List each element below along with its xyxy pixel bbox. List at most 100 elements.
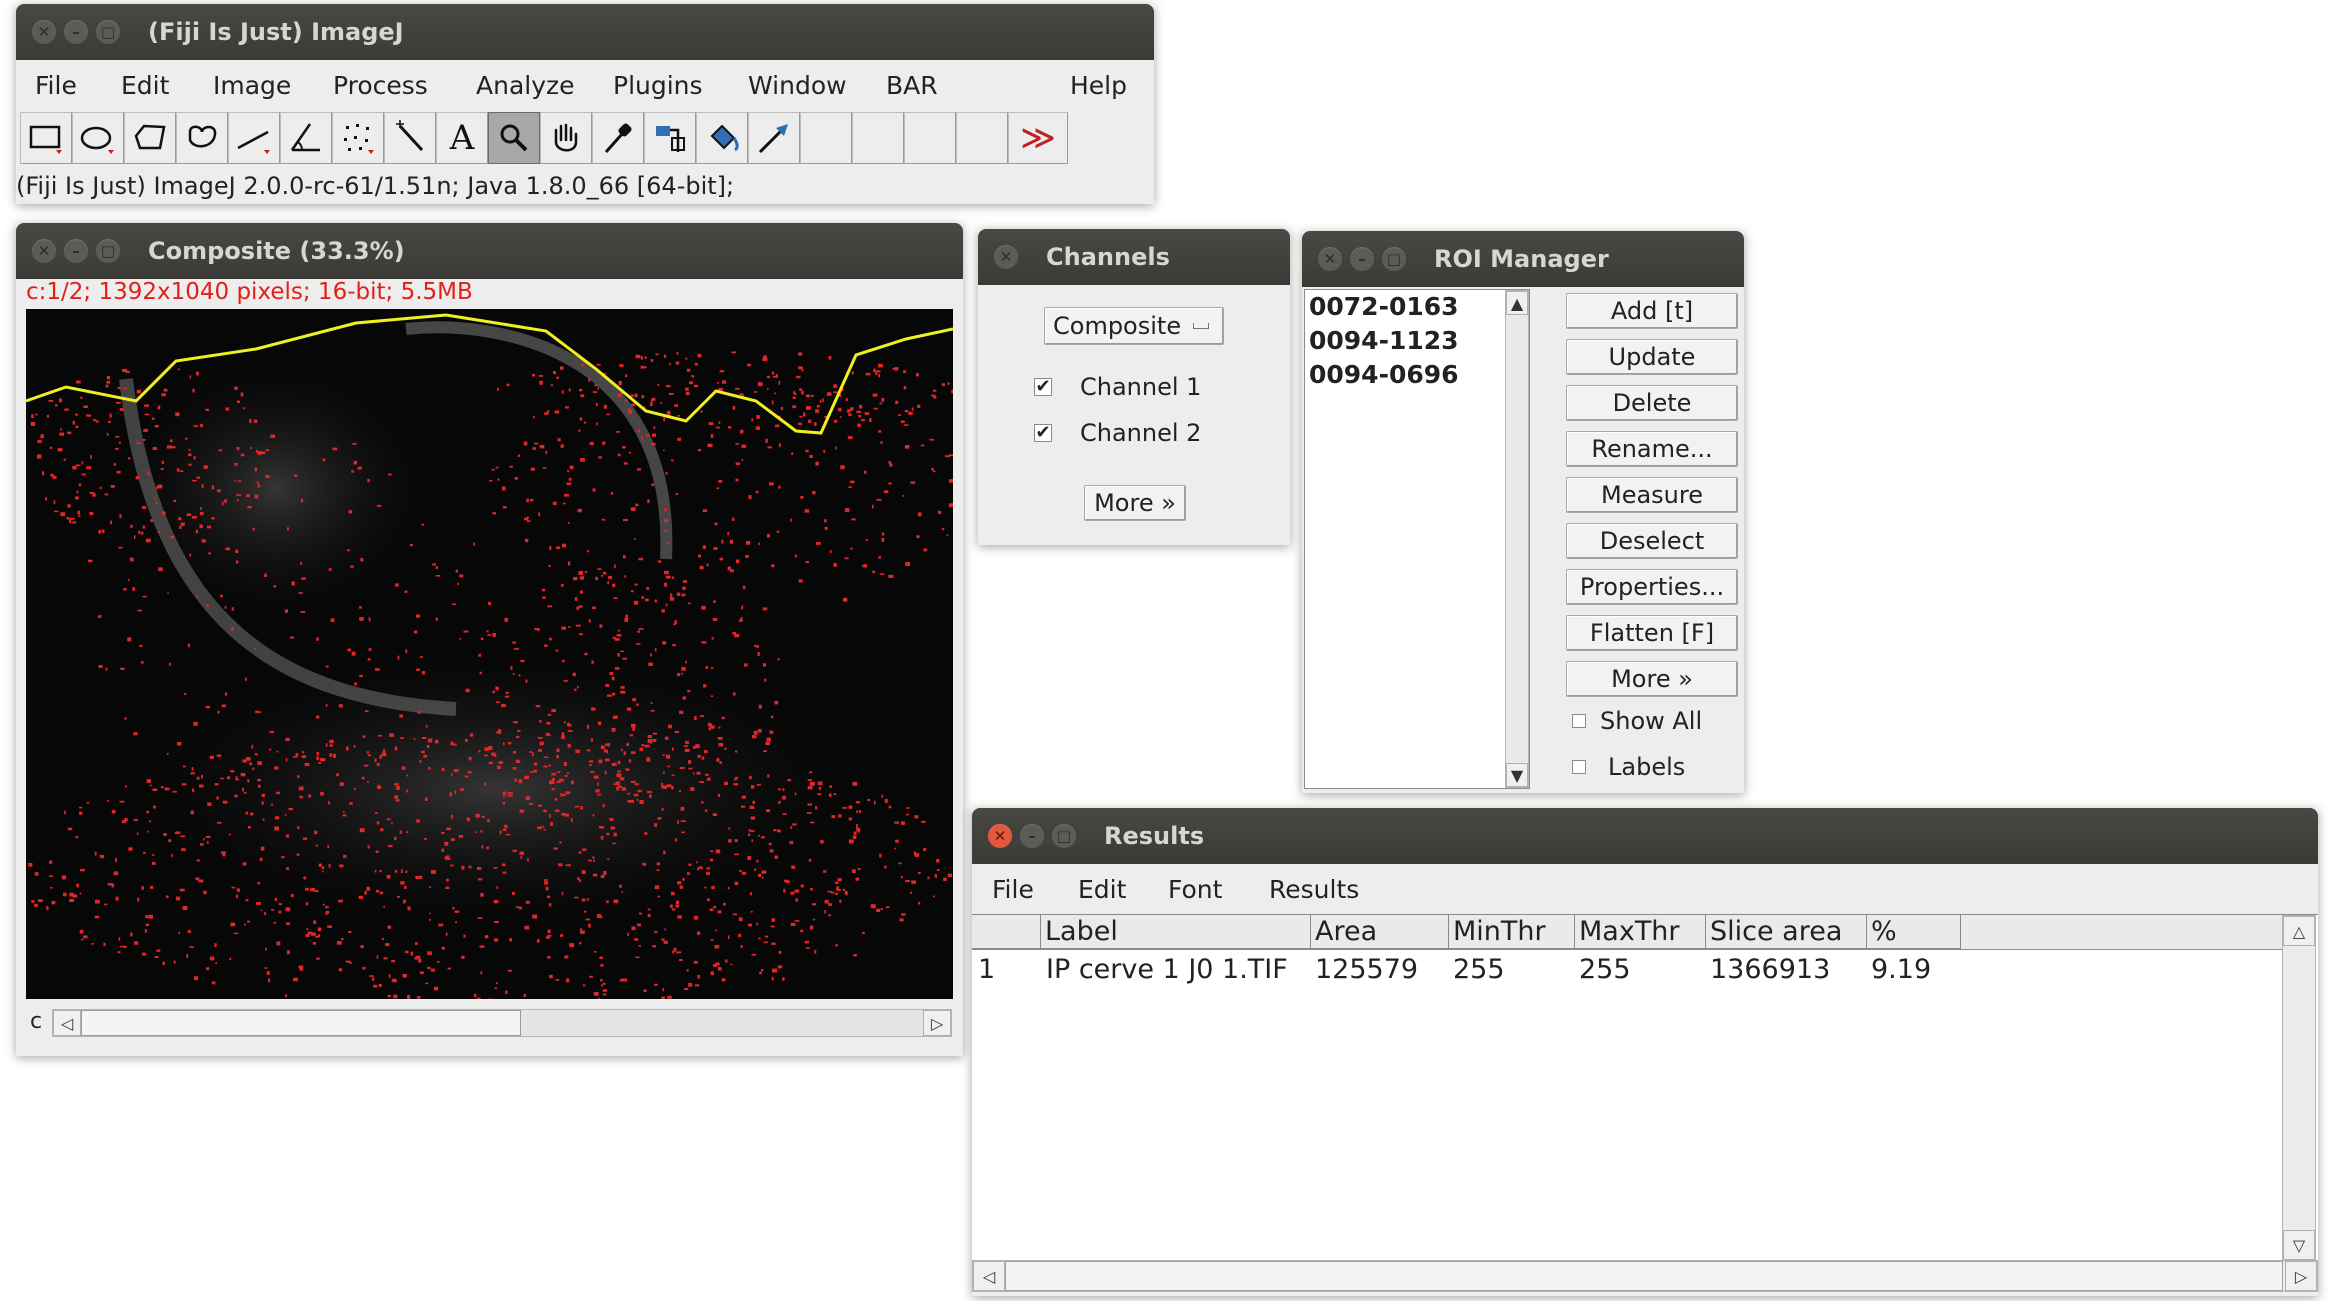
arrow-tool-icon[interactable] bbox=[748, 112, 800, 164]
horizontal-scroll-thumb[interactable] bbox=[1005, 1261, 2283, 1291]
maximize-icon[interactable]: □ bbox=[96, 20, 120, 44]
menu-window[interactable]: Window bbox=[748, 71, 847, 100]
menu-edit[interactable]: Edit bbox=[121, 71, 169, 100]
results-table[interactable]: Label Area MinThr MaxThr Slice area % 1 … bbox=[972, 914, 2318, 1261]
signal-speck bbox=[814, 422, 817, 427]
oval-tool-icon[interactable] bbox=[72, 112, 124, 164]
imagej-titlebar[interactable]: ✕ – □ (Fiji Is Just) ImageJ bbox=[16, 4, 1154, 60]
show-all-row[interactable]: Show All bbox=[1572, 707, 1702, 735]
channel-2-checkbox[interactable]: ✔ bbox=[1034, 424, 1052, 442]
table-row[interactable]: 1 IP cerve 1 J0 1.TIF 125579 255 255 136… bbox=[972, 953, 2282, 987]
scroll-left-arrow-icon[interactable]: ◁ bbox=[973, 1261, 1005, 1291]
labels-row[interactable]: Labels bbox=[1572, 753, 1685, 781]
roi-list-item[interactable]: 0094-1123 bbox=[1309, 326, 1459, 355]
display-mode-select[interactable]: Composite bbox=[1044, 307, 1224, 345]
results-horizontal-scrollbar[interactable]: ◁ ▷ bbox=[972, 1260, 2318, 1292]
minimize-icon[interactable]: – bbox=[64, 239, 88, 263]
col-index[interactable] bbox=[972, 915, 1041, 949]
multipoint-tool-icon[interactable] bbox=[332, 112, 384, 164]
col-area[interactable]: Area bbox=[1311, 915, 1449, 949]
menu-image[interactable]: Image bbox=[213, 71, 291, 100]
magnifier-tool-icon[interactable] bbox=[488, 112, 540, 164]
add-button[interactable]: Add [t] bbox=[1566, 293, 1738, 329]
labels-checkbox[interactable] bbox=[1572, 760, 1586, 774]
roi-manager-titlebar[interactable]: ✕ – □ ROI Manager bbox=[1302, 231, 1744, 287]
angle-tool-icon[interactable] bbox=[280, 112, 332, 164]
close-icon[interactable]: ✕ bbox=[32, 239, 56, 263]
maximize-icon[interactable]: □ bbox=[96, 239, 120, 263]
results-titlebar[interactable]: ✕ – □ Results bbox=[972, 808, 2318, 864]
channel-2-row[interactable]: ✔ Channel 2 bbox=[1034, 419, 1201, 447]
roi-list-scrollbar[interactable]: ▲ ▼ bbox=[1505, 290, 1529, 788]
empty-tool-slot-2[interactable] bbox=[852, 112, 904, 164]
scroll-right-arrow-icon[interactable]: ▷ bbox=[2285, 1261, 2317, 1291]
line-tool-icon[interactable] bbox=[228, 112, 280, 164]
maximize-icon[interactable]: □ bbox=[1052, 824, 1076, 848]
slider-thumb[interactable] bbox=[81, 1010, 521, 1036]
minimize-icon[interactable]: – bbox=[1350, 247, 1374, 271]
channels-more-button[interactable]: More » bbox=[1084, 485, 1186, 521]
image-canvas[interactable] bbox=[26, 309, 953, 999]
channel-1-row[interactable]: ✔ Channel 1 bbox=[1034, 373, 1201, 401]
flatten-button[interactable]: Flatten [F] bbox=[1566, 615, 1738, 651]
slider-right-arrow-icon[interactable]: ▷ bbox=[923, 1010, 951, 1036]
scroll-up-arrow-icon[interactable]: △ bbox=[2283, 916, 2315, 946]
slider-left-arrow-icon[interactable]: ◁ bbox=[53, 1010, 81, 1036]
show-all-checkbox[interactable] bbox=[1572, 714, 1586, 728]
minimize-icon[interactable]: – bbox=[64, 20, 88, 44]
results-menu-file[interactable]: File bbox=[992, 875, 1034, 904]
menu-plugins[interactable]: Plugins bbox=[613, 71, 703, 100]
empty-tool-slot-4[interactable] bbox=[956, 112, 1008, 164]
wand-tool-icon[interactable] bbox=[384, 112, 436, 164]
col-slice-area[interactable]: Slice area bbox=[1706, 915, 1867, 949]
roi-list-item[interactable]: 0072-0163 bbox=[1309, 292, 1459, 321]
scroll-down-arrow-icon[interactable]: ▽ bbox=[2283, 1230, 2315, 1260]
col-minthr[interactable]: MinThr bbox=[1449, 915, 1575, 949]
delete-button[interactable]: Delete bbox=[1566, 385, 1738, 421]
update-button[interactable]: Update bbox=[1566, 339, 1738, 375]
macro-tool-icon[interactable] bbox=[644, 112, 696, 164]
results-menu-edit[interactable]: Edit bbox=[1078, 875, 1126, 904]
empty-tool-slot-1[interactable] bbox=[800, 112, 852, 164]
close-icon[interactable]: ✕ bbox=[994, 245, 1018, 269]
freehand-tool-icon[interactable] bbox=[176, 112, 228, 164]
col-label[interactable]: Label bbox=[1041, 915, 1311, 949]
menu-help[interactable]: Help bbox=[1070, 71, 1127, 100]
measure-button[interactable]: Measure bbox=[1566, 477, 1738, 513]
scroll-up-arrow-icon[interactable]: ▲ bbox=[1506, 291, 1528, 315]
menu-file[interactable]: File bbox=[35, 71, 77, 100]
polygon-tool-icon[interactable] bbox=[124, 112, 176, 164]
fill-tool-icon[interactable] bbox=[696, 112, 748, 164]
rectangle-tool-icon[interactable] bbox=[20, 112, 72, 164]
col-maxthr[interactable]: MaxThr bbox=[1575, 915, 1706, 949]
maximize-icon[interactable]: □ bbox=[1382, 247, 1406, 271]
deselect-button[interactable]: Deselect bbox=[1566, 523, 1738, 559]
color-picker-icon[interactable] bbox=[592, 112, 644, 164]
composite-titlebar[interactable]: ✕ – □ Composite (33.3%) bbox=[16, 223, 963, 279]
text-tool-icon[interactable]: A bbox=[436, 112, 488, 164]
results-menu-font[interactable]: Font bbox=[1168, 875, 1222, 904]
minimize-icon[interactable]: – bbox=[1020, 824, 1044, 848]
close-icon[interactable]: ✕ bbox=[1318, 247, 1342, 271]
hand-tool-icon[interactable] bbox=[540, 112, 592, 164]
more-tools-icon[interactable]: ≫ bbox=[1008, 112, 1068, 164]
channels-titlebar[interactable]: ✕ Channels bbox=[978, 229, 1290, 285]
menu-process[interactable]: Process bbox=[333, 71, 428, 100]
roi-more-button[interactable]: More » bbox=[1566, 661, 1738, 697]
channel-slider[interactable]: ◁ ▷ bbox=[52, 1009, 952, 1037]
close-icon[interactable]: ✕ bbox=[988, 824, 1012, 848]
menu-bar[interactable]: BAR bbox=[886, 71, 938, 100]
scroll-down-arrow-icon[interactable]: ▼ bbox=[1506, 763, 1528, 787]
results-menu-results[interactable]: Results bbox=[1269, 875, 1359, 904]
signal-speck bbox=[574, 805, 580, 808]
col-percent[interactable]: % bbox=[1867, 915, 1961, 949]
empty-tool-slot-3[interactable] bbox=[904, 112, 956, 164]
roi-list-item[interactable]: 0094-0696 bbox=[1309, 360, 1459, 389]
rename-button[interactable]: Rename... bbox=[1566, 431, 1738, 467]
results-vertical-scrollbar[interactable]: △ ▽ bbox=[2282, 915, 2316, 1261]
roi-list[interactable]: 0072-0163 0094-1123 0094-0696 ▲ ▼ bbox=[1304, 289, 1530, 789]
channel-1-checkbox[interactable]: ✔ bbox=[1034, 378, 1052, 396]
menu-analyze[interactable]: Analyze bbox=[476, 71, 575, 100]
close-icon[interactable]: ✕ bbox=[32, 20, 56, 44]
properties-button[interactable]: Properties... bbox=[1566, 569, 1738, 605]
